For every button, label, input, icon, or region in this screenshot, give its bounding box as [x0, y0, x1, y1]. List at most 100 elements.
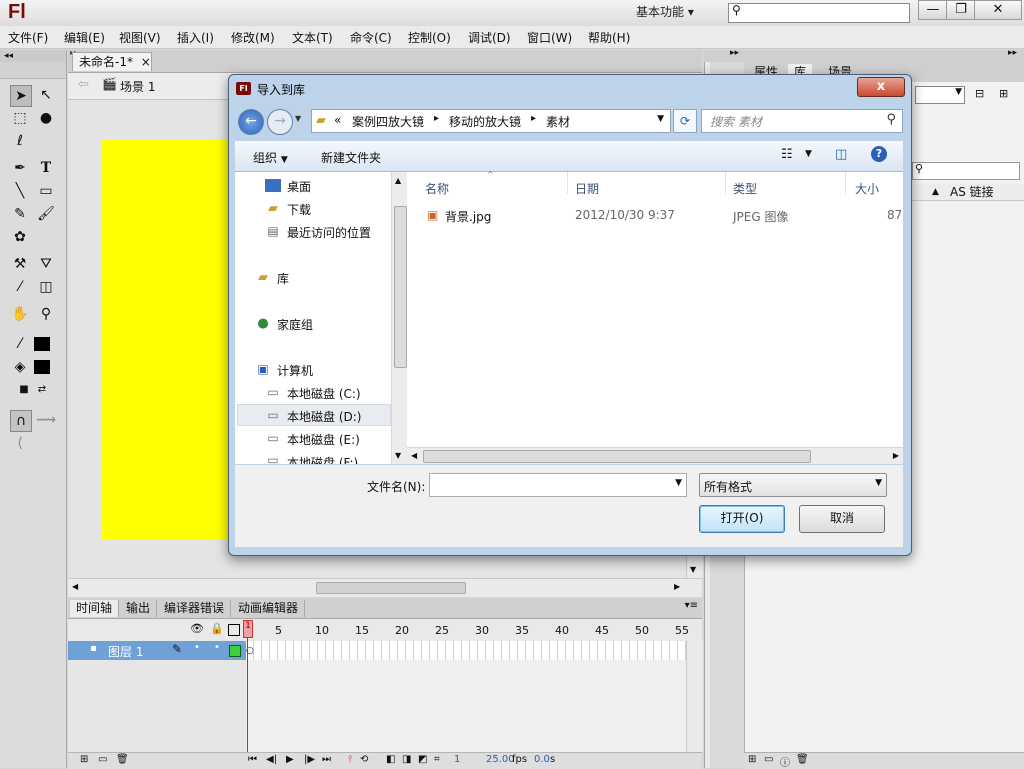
- menu-help[interactable]: 帮助(H): [588, 29, 630, 46]
- subselection-tool-icon[interactable]: ↖: [36, 85, 56, 105]
- column-date[interactable]: 日期: [575, 180, 599, 197]
- breadcrumb-part-3[interactable]: 素材: [546, 113, 570, 130]
- panel-expand-icon[interactable]: ▸▸: [730, 48, 739, 58]
- center-frame-icon[interactable]: ⫯: [348, 754, 352, 765]
- menu-edit[interactable]: 编辑(E): [64, 29, 105, 46]
- open-button[interactable]: 打开(O): [699, 505, 785, 533]
- swap-colors-icon[interactable]: ⇄: [32, 380, 52, 400]
- view-options-icon[interactable]: ☷: [781, 147, 793, 162]
- file-name[interactable]: 背景.jpg: [445, 208, 491, 225]
- menu-view[interactable]: 视图(V): [119, 29, 161, 46]
- column-size[interactable]: 大小: [855, 180, 879, 197]
- loop-icon[interactable]: ⟲: [360, 754, 368, 765]
- column-type[interactable]: 类型: [733, 180, 757, 197]
- scroll-right-icon[interactable]: ▶: [893, 451, 899, 460]
- scroll-up-icon[interactable]: ▲: [395, 176, 401, 185]
- lock-dot[interactable]: •: [214, 642, 220, 653]
- file-row[interactable]: ▣ 背景.jpg 2012/10/30 9:37 JPEG 图像 87 KB: [407, 206, 903, 226]
- forward-button[interactable]: →: [267, 109, 293, 135]
- fps-readout[interactable]: 25.00: [486, 754, 515, 765]
- scene-label[interactable]: 场景 1: [120, 78, 155, 95]
- nav-drive-f[interactable]: 本地磁盘 (F:): [287, 454, 358, 464]
- smooth-icon[interactable]: ⟿: [36, 410, 56, 430]
- delete-icon[interactable]: 🗑: [796, 754, 809, 765]
- breadcrumb-sep-1[interactable]: ▸: [434, 113, 439, 124]
- address-bar[interactable]: ▰ « 案例四放大镜 ▸ 移动的放大镜 ▸ 素材 ▼: [311, 109, 671, 133]
- deco-tool-icon[interactable]: ✿: [10, 227, 30, 247]
- properties-icon[interactable]: ⓘ: [780, 754, 790, 769]
- time-readout[interactable]: 0.0: [534, 754, 550, 765]
- new-folder-icon[interactable]: ▭: [764, 754, 773, 765]
- onion-outline-icon[interactable]: ◨: [402, 754, 411, 765]
- organize-button[interactable]: 组织 ▼: [253, 149, 288, 166]
- current-frame-readout[interactable]: 1: [454, 754, 460, 765]
- scroll-down-icon[interactable]: ▼: [395, 451, 401, 460]
- preview-pane-icon[interactable]: ◫: [835, 147, 847, 162]
- frame-cells[interactable]: ○: [246, 641, 686, 660]
- stage-horizontal-scrollbar[interactable]: ◀ ▶: [68, 578, 702, 597]
- nav-desktop[interactable]: 桌面: [287, 178, 311, 195]
- onion-skin-icon[interactable]: ◧: [386, 754, 395, 765]
- text-tool-icon[interactable]: T: [36, 158, 56, 178]
- lock-icon[interactable]: 🔒: [210, 622, 224, 635]
- line-tool-icon[interactable]: ╲: [10, 181, 30, 201]
- refresh-button[interactable]: ⟳: [673, 109, 697, 133]
- nav-drive-e[interactable]: 本地磁盘 (E:): [287, 431, 360, 448]
- tab-close-icon[interactable]: ×: [141, 55, 151, 69]
- pin-library-icon[interactable]: ⊟: [975, 87, 984, 100]
- help-search-input[interactable]: ⚲: [728, 3, 910, 23]
- prev-frame-icon[interactable]: ◀|: [266, 754, 277, 765]
- scroll-left-icon[interactable]: ◀: [411, 451, 417, 460]
- new-folder-icon[interactable]: ▭: [98, 754, 107, 765]
- play-icon[interactable]: ▶: [286, 754, 294, 765]
- scroll-left-icon[interactable]: ◀: [72, 582, 78, 591]
- nav-libraries[interactable]: 库: [277, 270, 289, 287]
- menu-window[interactable]: 窗口(W): [527, 29, 572, 46]
- straighten-icon[interactable]: ⟨: [10, 433, 30, 453]
- new-folder-button[interactable]: 新建文件夹: [321, 149, 381, 166]
- eraser-tool-icon[interactable]: ◫: [36, 277, 56, 297]
- stroke-color-icon[interactable]: ⁄: [10, 334, 30, 354]
- outline-icon[interactable]: [228, 624, 240, 636]
- workspace-switcher[interactable]: 基本功能 ▾: [636, 2, 716, 22]
- menu-text[interactable]: 文本(T): [292, 29, 333, 46]
- tab-output[interactable]: 输出: [120, 600, 158, 617]
- library-selector[interactable]: ▼: [915, 86, 965, 104]
- panel-collapse-icon[interactable]: ◂◂: [0, 50, 66, 62]
- breadcrumb-part-2[interactable]: 移动的放大镜: [449, 113, 521, 130]
- edit-multiple-icon[interactable]: ◩: [418, 754, 427, 765]
- folder-search-input[interactable]: 搜索 素材 ⚲: [701, 109, 903, 133]
- breadcrumb-part-1[interactable]: 案例四放大镜: [352, 113, 424, 130]
- zoom-tool-icon[interactable]: ⚲: [36, 304, 56, 324]
- chevron-down-icon[interactable]: ▼: [675, 478, 682, 488]
- last-frame-icon[interactable]: ⏭: [322, 754, 331, 765]
- nav-drive-d[interactable]: 本地磁盘 (D:): [287, 408, 361, 425]
- breadcrumb-prefix[interactable]: «: [334, 113, 341, 127]
- new-library-panel-icon[interactable]: ⊞: [999, 87, 1008, 100]
- eye-icon[interactable]: 👁: [190, 622, 204, 635]
- nav-computer[interactable]: 计算机: [277, 362, 313, 379]
- scroll-thumb[interactable]: [423, 450, 811, 463]
- tab-compiler-errors[interactable]: 编译器错误: [158, 600, 232, 617]
- back-arrow-icon[interactable]: ⇦: [78, 77, 89, 92]
- lasso-tool-icon[interactable]: ℓ: [10, 131, 30, 151]
- navigation-scrollbar[interactable]: ▲ ▼: [391, 172, 408, 464]
- rectangle-tool-icon[interactable]: ▭: [36, 181, 56, 201]
- pen-tool-icon[interactable]: ✒: [10, 158, 30, 178]
- menu-debug[interactable]: 调试(D): [468, 29, 511, 46]
- cancel-button[interactable]: 取消: [799, 505, 885, 533]
- menu-file[interactable]: 文件(F): [8, 29, 48, 46]
- fill-color-icon[interactable]: ◈: [10, 357, 30, 377]
- menu-modify[interactable]: 修改(M): [231, 29, 275, 46]
- panel-menu-icon[interactable]: ▾≡: [685, 600, 698, 611]
- default-colors-icon[interactable]: ■: [14, 380, 34, 400]
- library-column-header[interactable]: ▲ AS 链接: [912, 184, 1024, 201]
- pencil-tool-icon[interactable]: ✎: [10, 204, 30, 224]
- first-frame-icon[interactable]: ⏮: [248, 754, 257, 765]
- library-search-input[interactable]: ⚲: [912, 162, 1020, 180]
- filename-input[interactable]: ▼: [429, 473, 687, 497]
- restore-button[interactable]: ❐: [946, 0, 976, 20]
- close-button[interactable]: ✕: [974, 0, 1022, 20]
- hand-tool-icon[interactable]: ✋: [10, 304, 30, 324]
- column-name[interactable]: 名称: [425, 180, 449, 197]
